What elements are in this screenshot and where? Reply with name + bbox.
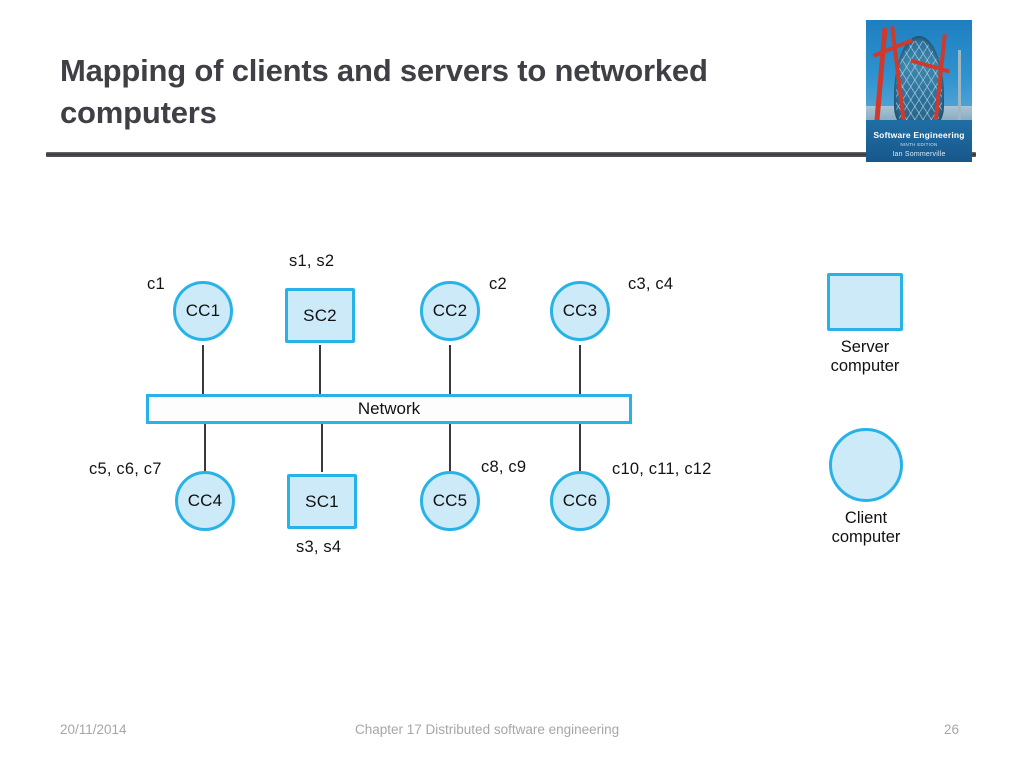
node-cc6[interactable]: CC6 — [550, 471, 610, 531]
node-cc2-tag: c2 — [489, 275, 507, 293]
legend-client: Client computer — [827, 428, 905, 548]
node-sc1-label: SC1 — [305, 491, 339, 511]
node-cc1-tag: c1 — [147, 275, 165, 293]
node-sc2-label: SC2 — [303, 305, 337, 325]
book-cover-author: Ian Sommerville — [892, 151, 946, 158]
node-sc2[interactable]: SC2 — [285, 288, 355, 343]
node-cc2[interactable]: CC2 — [420, 281, 480, 341]
node-cc5-label: CC5 — [432, 491, 468, 510]
footer-date: 20/11/2014 — [60, 722, 127, 737]
node-cc3[interactable]: CC3 — [550, 281, 610, 341]
node-sc1-tag: s3, s4 — [296, 538, 342, 556]
node-cc5[interactable]: CC5 — [420, 471, 480, 531]
node-sc2-tag: s1, s2 — [289, 252, 335, 270]
book-cover-image: Software Engineering NINTH EDITION Ian S… — [866, 20, 972, 162]
legend-server-label: Server computer — [830, 338, 900, 376]
legend-server-shape — [827, 273, 903, 331]
book-cover-edition: NINTH EDITION — [900, 142, 938, 147]
node-cc5-tag: c8, c9 — [481, 458, 527, 476]
node-sc1[interactable]: SC1 — [287, 474, 357, 529]
node-cc2-label: CC2 — [432, 301, 468, 320]
footer-chapter: Chapter 17 Distributed software engineer… — [355, 722, 620, 737]
node-cc1[interactable]: CC1 — [173, 281, 233, 341]
title-divider — [46, 152, 976, 157]
legend-client-label: Client computer — [831, 509, 901, 547]
network-bar[interactable]: Network — [146, 394, 632, 424]
footer-page-number: 26 — [944, 722, 960, 737]
legend-client-shape — [829, 428, 903, 502]
node-cc3-tag: c3, c4 — [628, 275, 674, 293]
node-cc6-tag: c10, c11, c12 — [612, 460, 712, 478]
network-bar-label: Network — [357, 399, 421, 418]
node-cc1-label: CC1 — [185, 301, 221, 320]
node-cc6-label: CC6 — [562, 491, 598, 510]
node-cc4-label: CC4 — [187, 491, 223, 510]
legend-server: Server computer — [826, 273, 904, 377]
page-title: Mapping of clients and servers to networ… — [60, 53, 708, 131]
node-cc4-tag: c5, c6, c7 — [89, 460, 162, 478]
node-cc3-label: CC3 — [562, 301, 598, 320]
slide-footer: 20/11/2014 Chapter 17 Distributed softwa… — [0, 722, 1024, 742]
book-cover-title: Software Engineering — [873, 130, 965, 140]
node-cc4[interactable]: CC4 — [175, 471, 235, 531]
